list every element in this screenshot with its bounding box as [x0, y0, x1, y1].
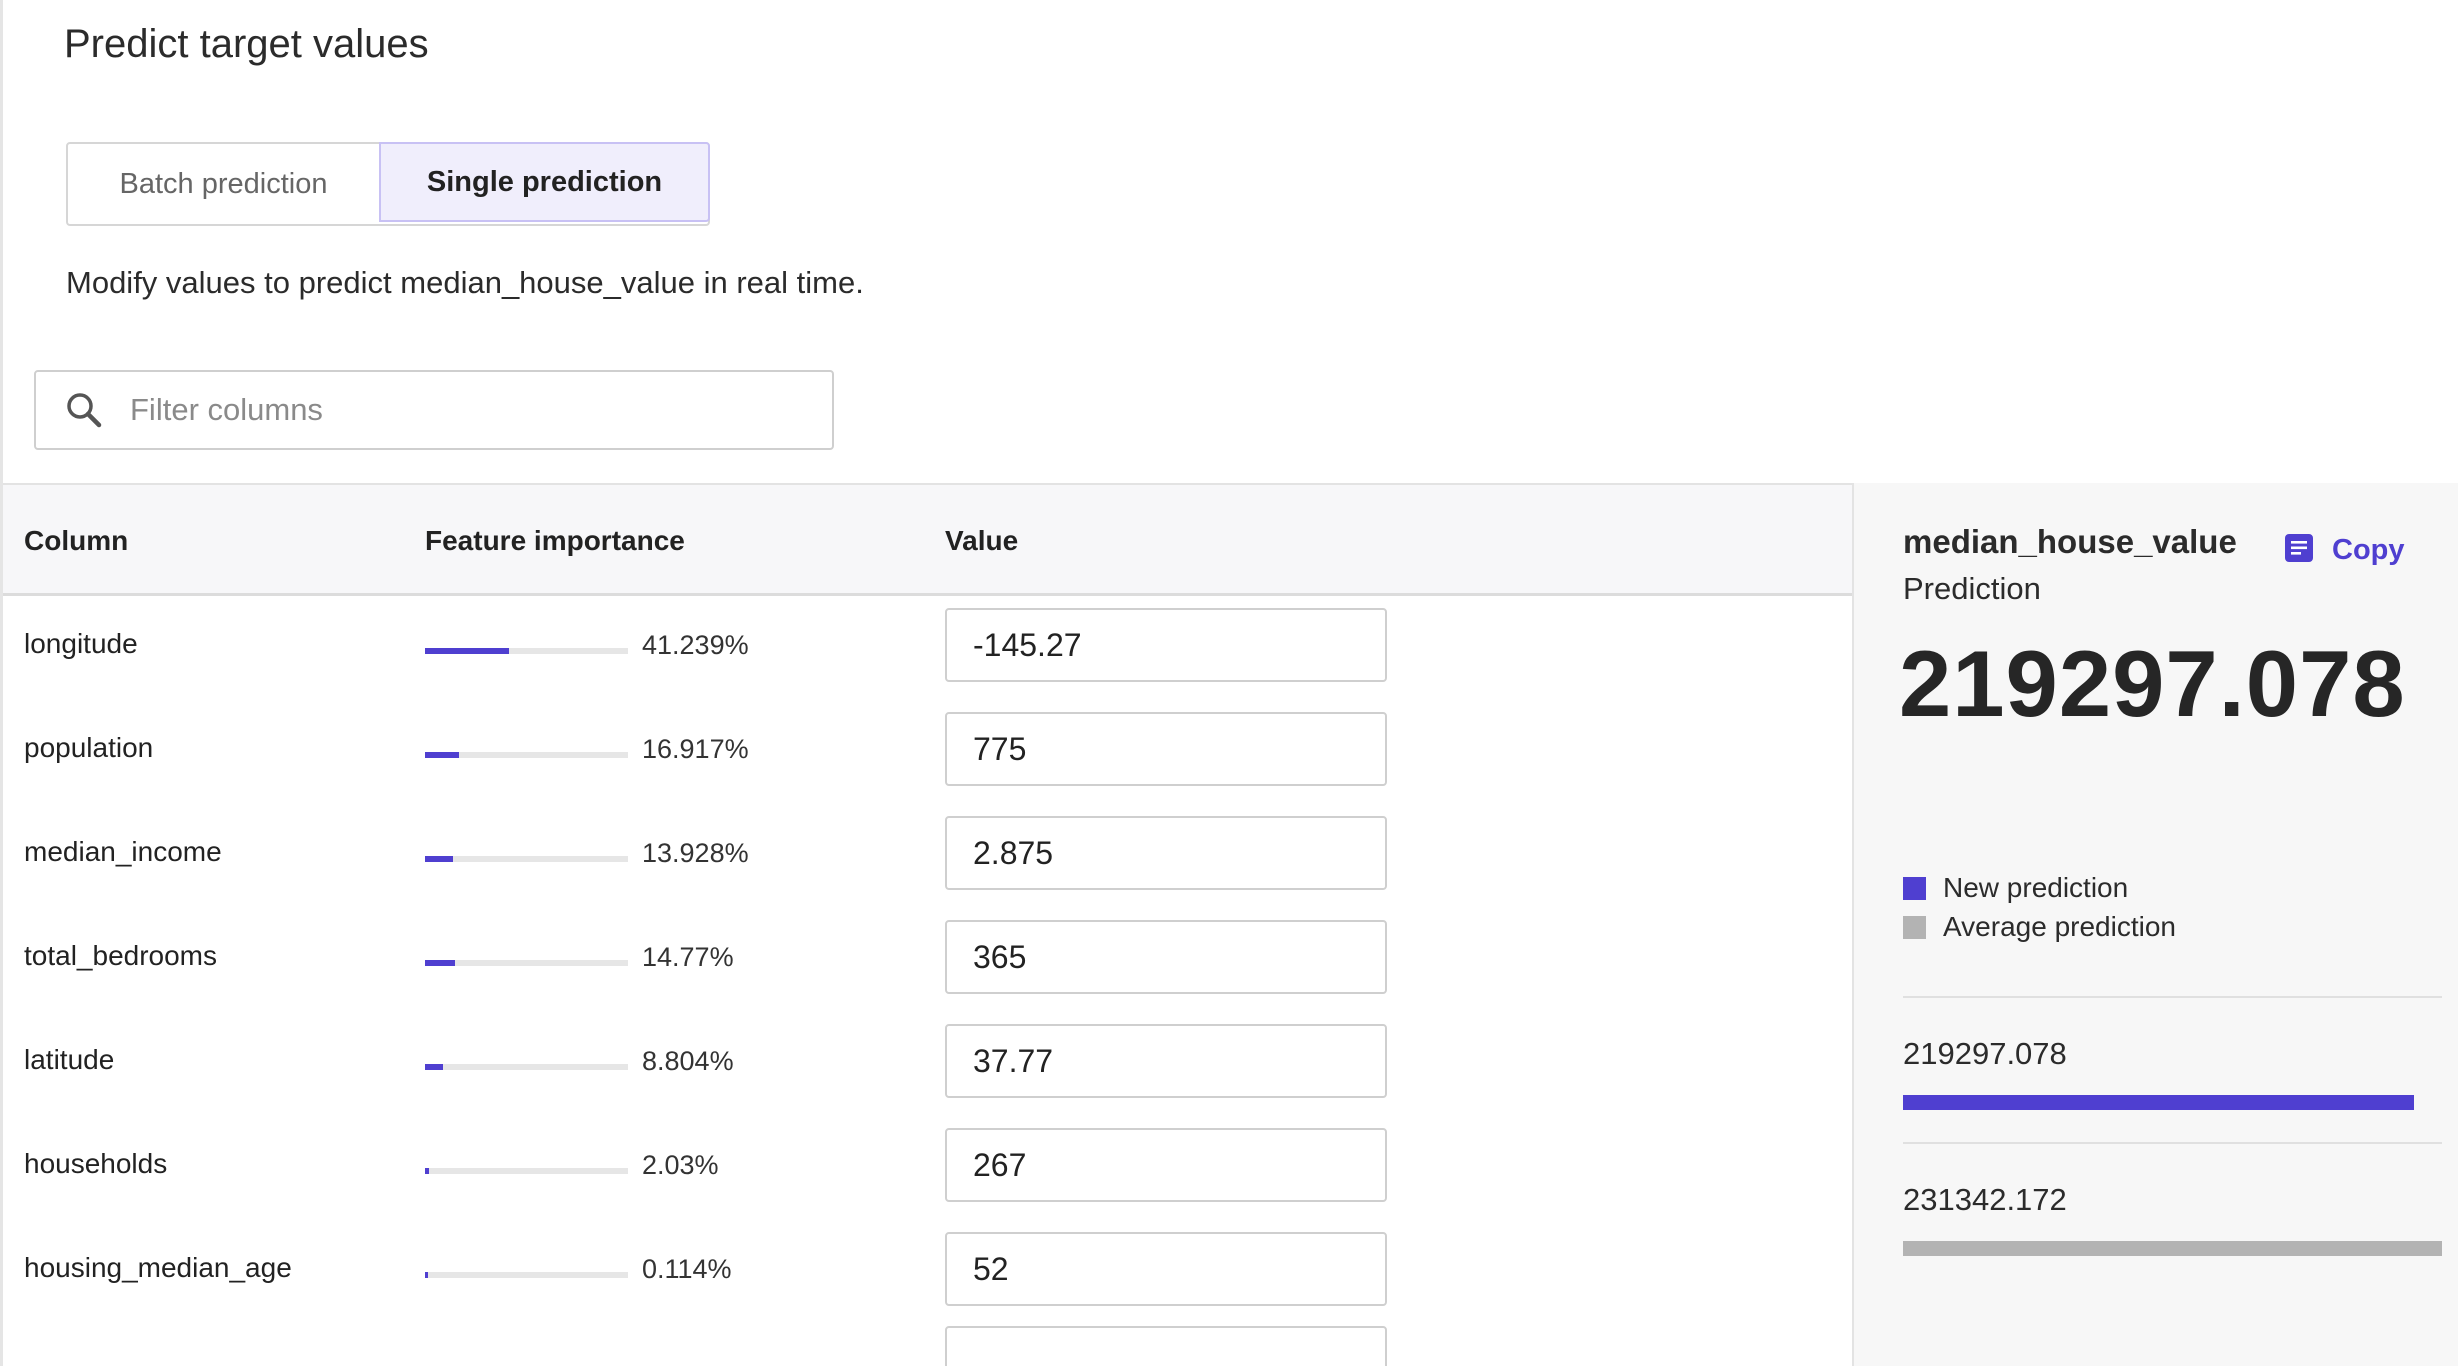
importance-percent: 0.114% [642, 1254, 732, 1284]
filter-columns-input[interactable] [128, 391, 812, 429]
importance-bar [425, 648, 628, 654]
importance-percent: 13.928% [642, 838, 749, 868]
copy-label: Copy [2332, 534, 2405, 566]
table-row: housing_median_age 0.114% [3, 1222, 1852, 1326]
feature-name: total_bedrooms [24, 940, 218, 971]
feature-value-input[interactable] [945, 1326, 1387, 1366]
table-row [3, 1326, 1852, 1366]
feature-value-input[interactable] [945, 1024, 1387, 1098]
importance-bar [425, 856, 628, 862]
feature-name: latitude [24, 1044, 115, 1075]
filter-columns-box [34, 370, 834, 450]
instructions-text: Modify values to predict median_house_va… [66, 265, 864, 300]
table-row: median_income 13.928% [3, 806, 1852, 910]
importance-percent: 14.77% [642, 942, 734, 972]
importance-percent: 2.03% [642, 1150, 719, 1180]
feature-value-input[interactable] [945, 1128, 1387, 1202]
single-prediction-tab[interactable]: Single prediction [379, 142, 710, 222]
importance-bar-fill [425, 1272, 428, 1278]
table-row: population 16.917% [3, 702, 1852, 806]
importance-percent: 41.239% [642, 630, 749, 660]
importance-bar-fill [425, 752, 460, 758]
column-header-column: Column [24, 525, 129, 556]
importance-bar-fill [425, 856, 454, 862]
importance-percent: 16.917% [642, 734, 749, 764]
table-header: Column Feature importance Value [3, 485, 1852, 596]
feature-value-input[interactable] [945, 608, 1387, 682]
new-prediction-bar [1903, 1095, 2414, 1110]
importance-bar [425, 1272, 628, 1278]
legend-new-prediction: New prediction [1903, 872, 2128, 904]
search-icon [64, 390, 124, 430]
prediction-value: 219297.078 [1899, 631, 2406, 736]
feature-value-input[interactable] [945, 920, 1387, 994]
copy-button[interactable]: Copy [2284, 533, 2405, 568]
feature-name: median_income [24, 836, 222, 867]
column-header-feature-importance: Feature importance [425, 525, 685, 556]
feature-name: longitude [24, 628, 138, 659]
importance-bar [425, 960, 628, 966]
importance-bar [425, 1168, 628, 1174]
prediction-mode-toggle: Batch prediction Single prediction [66, 142, 710, 226]
divider [1903, 1142, 2442, 1144]
legend-swatch [1903, 915, 1926, 939]
feature-value-input[interactable] [945, 816, 1387, 890]
divider [1903, 996, 2442, 998]
table-row: total_bedrooms 14.77% [3, 910, 1852, 1014]
feature-name: population [24, 732, 154, 763]
prediction-panel: median_house_value Copy Prediction 21929… [1854, 483, 2458, 1366]
feature-value-input[interactable] [945, 712, 1387, 786]
feature-name: housing_median_age [24, 1252, 292, 1283]
new-prediction-value: 219297.078 [1903, 1036, 2067, 1071]
feature-table: Column Feature importance Value longitud… [3, 483, 1854, 1366]
table-row: latitude 8.804% [3, 1014, 1852, 1118]
page-title: Predict target values [64, 22, 429, 66]
feature-name: households [24, 1148, 168, 1179]
importance-bar-fill [425, 648, 509, 654]
table-row: longitude 41.239% [3, 598, 1852, 702]
legend-label: Average prediction [1943, 911, 2176, 942]
table-row: households 2.03% [3, 1118, 1852, 1222]
batch-prediction-tab[interactable]: Batch prediction [68, 144, 379, 224]
importance-bar-fill [425, 1168, 430, 1174]
legend-average-prediction: Average prediction [1903, 911, 2176, 943]
importance-percent: 8.804% [642, 1046, 734, 1076]
predict-page: Predict target values Batch prediction S… [0, 0, 2458, 1366]
importance-bar-fill [425, 960, 455, 966]
feature-value-input[interactable] [945, 1232, 1387, 1306]
importance-bar [425, 752, 628, 758]
prediction-label: Prediction [1903, 571, 2041, 606]
column-header-value: Value [945, 525, 1019, 556]
importance-bar [425, 1064, 628, 1070]
target-column-name: median_house_value [1903, 523, 2237, 560]
copy-icon [2284, 533, 2314, 568]
legend-label: New prediction [1943, 872, 2129, 903]
average-prediction-bar [1903, 1241, 2442, 1256]
average-prediction-value: 231342.172 [1903, 1182, 2067, 1217]
importance-bar-fill [425, 1064, 443, 1070]
legend-swatch [1903, 876, 1926, 900]
